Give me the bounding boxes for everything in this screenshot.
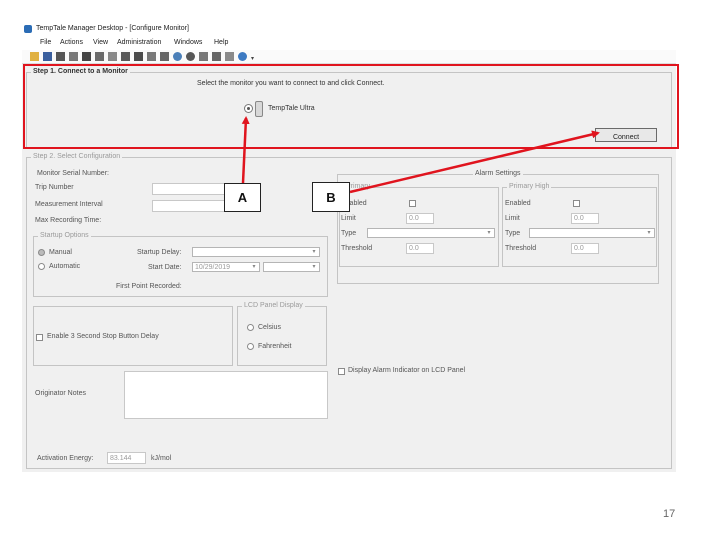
startup-delay-select[interactable]: ▾ bbox=[192, 247, 320, 257]
chevron-down-icon: ▾ bbox=[312, 264, 316, 270]
download-icon[interactable] bbox=[108, 52, 117, 61]
trip-number-input[interactable] bbox=[152, 183, 232, 195]
max-recording-label: Max Recording Time: bbox=[35, 217, 102, 224]
print-icon[interactable] bbox=[69, 52, 78, 61]
measurement-interval-label: Measurement Interval bbox=[35, 201, 103, 208]
primary-high-limit-label: Limit bbox=[505, 215, 520, 222]
menu-file[interactable]: File bbox=[40, 39, 51, 46]
chevron-down-icon: ▾ bbox=[252, 264, 256, 270]
app-icon bbox=[24, 25, 32, 33]
menu-bar: File Actions View Administration Windows… bbox=[22, 37, 676, 49]
callout-a: A bbox=[224, 183, 261, 212]
activation-energy-value: 83.144 bbox=[110, 455, 132, 462]
help-icon[interactable] bbox=[238, 52, 247, 61]
toolbar-more-icon[interactable]: ▾ bbox=[251, 55, 254, 62]
stop-button-label: Enable 3 Second Stop Button Delay bbox=[47, 333, 159, 340]
tools-icon[interactable] bbox=[82, 52, 91, 61]
toolbar: ▾ bbox=[22, 50, 676, 64]
trip-number-label: Trip Number bbox=[35, 184, 74, 191]
callout-b-label: B bbox=[326, 189, 336, 205]
menu-actions[interactable]: Actions bbox=[60, 39, 83, 46]
activation-energy-label: Activation Energy: bbox=[37, 455, 94, 462]
start-date-value: 10/29/2019 bbox=[195, 264, 231, 271]
display-alarm-indicator-checkbox[interactable] bbox=[338, 368, 345, 375]
primary-low-enabled-checkbox[interactable] bbox=[409, 200, 416, 207]
stop-button-checkbox[interactable] bbox=[36, 334, 43, 341]
lcd-panel-title: LCD Panel Display bbox=[242, 302, 305, 309]
primary-high-enabled-label: Enabled bbox=[505, 200, 531, 207]
save-icon[interactable] bbox=[43, 52, 52, 61]
primary-low-limit-value: 0.0 bbox=[409, 215, 419, 222]
activation-energy-unit: kJ/mol bbox=[151, 455, 172, 462]
first-point-label: First Point Recorded: bbox=[116, 283, 182, 290]
automatic-label: Automatic bbox=[49, 263, 81, 270]
primary-high-threshold-input[interactable]: 0.0 bbox=[571, 243, 599, 254]
primary-high-limit-value: 0.0 bbox=[574, 215, 584, 222]
chevron-down-icon: ▾ bbox=[487, 230, 491, 236]
primary-high-threshold-value: 0.0 bbox=[574, 245, 584, 252]
data-icon[interactable] bbox=[147, 52, 156, 61]
menu-view[interactable]: View bbox=[93, 39, 108, 46]
title-bar: TempTale Manager Desktop - [Configure Mo… bbox=[22, 22, 676, 36]
display-alarm-indicator-label: Display Alarm Indicator on LCD Panel bbox=[348, 367, 466, 374]
fahrenheit-radio[interactable] bbox=[247, 343, 254, 350]
find-icon[interactable] bbox=[186, 52, 195, 61]
config-icon[interactable] bbox=[95, 52, 104, 61]
callout-a-label: A bbox=[237, 190, 248, 205]
primary-high-type-select[interactable]: ▾ bbox=[529, 228, 655, 238]
automatic-radio[interactable] bbox=[38, 263, 45, 270]
menu-help[interactable]: Help bbox=[214, 39, 228, 46]
callout-b: B bbox=[312, 182, 350, 212]
start-date-select[interactable]: 10/29/2019 ▾ bbox=[192, 262, 260, 272]
globe-icon[interactable] bbox=[173, 52, 182, 61]
primary-low-group: Primary bbox=[339, 183, 499, 267]
start-time-select[interactable]: ▾ bbox=[263, 262, 320, 272]
mail-icon[interactable] bbox=[225, 52, 234, 61]
primary-low-threshold-input[interactable]: 0.0 bbox=[406, 243, 434, 254]
step1-highlight bbox=[23, 64, 679, 149]
grid-icon[interactable] bbox=[160, 52, 169, 61]
primary-low-limit-input[interactable]: 0.0 bbox=[406, 213, 434, 224]
celsius-radio[interactable] bbox=[247, 324, 254, 331]
lcd-panel-group: LCD Panel Display bbox=[237, 302, 327, 366]
primary-low-limit-label: Limit bbox=[341, 215, 356, 222]
chevron-down-icon: ▾ bbox=[647, 230, 651, 236]
user-icon[interactable] bbox=[212, 52, 221, 61]
primary-high-enabled-checkbox[interactable] bbox=[573, 200, 580, 207]
chart-icon[interactable] bbox=[134, 52, 143, 61]
celsius-label: Celsius bbox=[258, 324, 281, 331]
startup-options-title: Startup Options bbox=[38, 232, 91, 239]
manual-label: Manual bbox=[49, 249, 72, 256]
monitor-serial-label: Monitor Serial Number: bbox=[37, 170, 109, 177]
primary-low-threshold-value: 0.0 bbox=[409, 245, 419, 252]
startup-delay-label: Startup Delay: bbox=[137, 249, 182, 256]
primary-high-group: Primary High bbox=[502, 183, 657, 267]
chevron-down-icon: ▾ bbox=[312, 249, 316, 255]
primary-low-type-label: Type bbox=[341, 230, 357, 237]
primary-high-title: Primary High bbox=[507, 183, 552, 190]
report-icon[interactable] bbox=[121, 52, 130, 61]
slide-page-number: 17 bbox=[663, 508, 676, 520]
window-title: TempTale Manager Desktop - [Configure Mo… bbox=[36, 25, 189, 32]
fahrenheit-label: Fahrenheit bbox=[258, 343, 292, 350]
activation-energy-input[interactable]: 83.144 bbox=[107, 452, 146, 464]
primary-low-threshold-label: Threshold bbox=[341, 245, 373, 252]
open-icon[interactable] bbox=[30, 52, 39, 61]
primary-high-type-label: Type bbox=[505, 230, 521, 237]
export-icon[interactable] bbox=[199, 52, 208, 61]
menu-administration[interactable]: Administration bbox=[117, 39, 161, 46]
monitor-icon[interactable] bbox=[56, 52, 65, 61]
primary-low-type-select[interactable]: ▾ bbox=[367, 228, 495, 238]
originator-notes-textarea[interactable] bbox=[124, 371, 328, 419]
measurement-interval-input[interactable] bbox=[152, 200, 232, 212]
menu-windows[interactable]: Windows bbox=[174, 39, 202, 46]
manual-radio[interactable] bbox=[38, 249, 45, 256]
alarm-settings-title: Alarm Settings bbox=[473, 170, 523, 177]
primary-high-threshold-label: Threshold bbox=[505, 245, 537, 252]
originator-notes-label: Originator Notes bbox=[35, 390, 86, 397]
primary-high-limit-input[interactable]: 0.0 bbox=[571, 213, 599, 224]
start-date-label: Start Date: bbox=[148, 264, 182, 271]
step2-title: Step 2. Select Configuration bbox=[31, 153, 123, 160]
